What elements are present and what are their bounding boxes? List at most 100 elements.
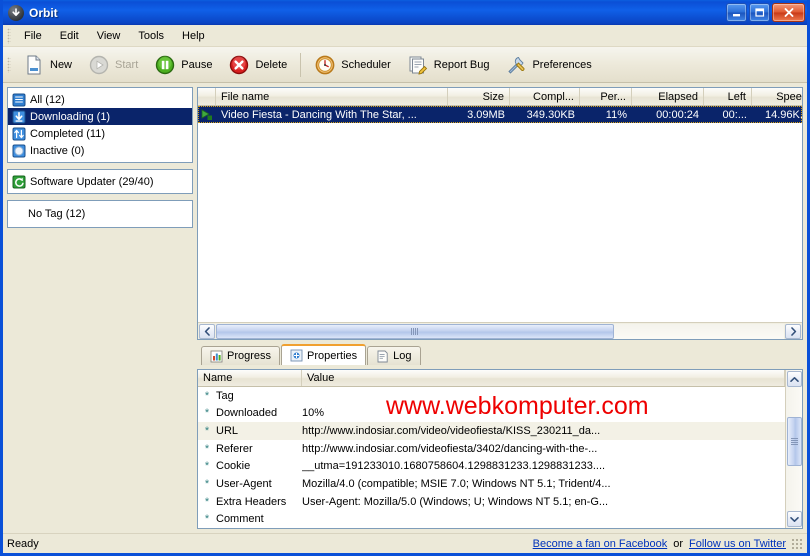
column-header-value[interactable]: Value	[302, 370, 785, 386]
tab-properties-label: Properties	[307, 349, 358, 362]
property-name: Comment	[216, 513, 264, 526]
refresh-icon	[12, 175, 26, 189]
cell-left: 00:...	[722, 108, 747, 121]
sidebar-item-all-label: All (12)	[30, 93, 65, 106]
new-document-icon	[23, 54, 45, 76]
play-icon	[88, 54, 110, 76]
column-header-name[interactable]: Name	[198, 370, 302, 386]
download-list-hscrollbar[interactable]	[198, 322, 802, 339]
scheduler-button-label: Scheduler	[341, 58, 391, 71]
column-header-elapsed[interactable]: Elapsed	[632, 88, 704, 105]
scroll-up-icon[interactable]	[786, 371, 802, 387]
toolbar-drag-grip[interactable]	[7, 56, 11, 73]
sidebar-item-completed[interactable]: Completed (11)	[8, 125, 192, 142]
list-item[interactable]: * Referer http://www.indosiar.com/videof…	[198, 440, 785, 458]
asterisk-icon: *	[204, 425, 210, 438]
list-item[interactable]: * Downloaded 10%	[198, 405, 785, 423]
column-header-speed[interactable]: Speed	[752, 88, 802, 105]
sidebar-item-software-updater-label: Software Updater (29/40)	[30, 175, 154, 188]
tab-log-label: Log	[393, 350, 412, 362]
column-header-left[interactable]: Left	[704, 88, 752, 105]
maximize-button[interactable]	[749, 3, 770, 22]
delete-button-label: Delete	[255, 58, 288, 71]
download-list-header: File name Size Compl... Per... Elapsed L…	[198, 88, 802, 106]
status-bar: Ready Become a fan on Facebook or Follow…	[3, 533, 807, 553]
minimize-button[interactable]	[726, 3, 747, 22]
property-value: 10%	[302, 407, 325, 420]
report-bug-button-label: Report Bug	[433, 58, 490, 71]
menu-item-help[interactable]: Help	[173, 27, 214, 45]
vscroll-grip	[790, 438, 798, 446]
property-name: Tag	[216, 389, 234, 402]
updater-panel: Software Updater (29/40)	[7, 169, 193, 194]
status-social-links: Become a fan on Facebook or Follow us on…	[533, 538, 786, 550]
cell-percent: 11%	[605, 108, 627, 121]
start-button[interactable]: Start	[80, 50, 146, 80]
preferences-button[interactable]: Preferences	[497, 50, 599, 80]
list-item[interactable]: * Tag	[198, 387, 785, 405]
sidebar-item-downloading-label: Downloading (1)	[30, 110, 111, 123]
window-controls	[726, 3, 805, 22]
asterisk-icon: *	[204, 442, 210, 455]
vscroll-thumb[interactable]	[786, 417, 802, 467]
asterisk-icon: *	[204, 460, 210, 473]
hscroll-thumb[interactable]	[216, 323, 614, 339]
list-item[interactable]: * Extra Headers User-Agent: Mozilla/5.0 …	[198, 493, 785, 511]
scroll-left-icon[interactable]	[199, 323, 215, 339]
sidebar-item-inactive[interactable]: Inactive (0)	[8, 142, 192, 159]
sidebar-item-downloading[interactable]: Downloading (1)	[8, 108, 192, 125]
pause-button[interactable]: Pause	[146, 50, 220, 80]
sidebar-item-all[interactable]: All (12)	[8, 91, 192, 108]
menu-item-view[interactable]: View	[88, 27, 130, 45]
vscroll-track[interactable]	[786, 388, 802, 510]
sidebar-item-software-updater[interactable]: Software Updater (29/40)	[8, 173, 192, 190]
menu-item-edit[interactable]: Edit	[51, 27, 88, 45]
hscroll-track[interactable]	[216, 323, 784, 339]
delete-button[interactable]: Delete	[220, 50, 295, 80]
scheduler-button[interactable]: Scheduler	[306, 50, 399, 80]
menu-item-tools[interactable]: Tools	[129, 27, 173, 45]
tab-log[interactable]: Log	[367, 346, 421, 365]
cell-speed: 14.96K...	[764, 108, 802, 121]
scroll-right-icon[interactable]	[785, 323, 801, 339]
menu-drag-grip[interactable]	[7, 27, 11, 44]
facebook-link[interactable]: Become a fan on Facebook	[533, 538, 668, 550]
toolbar: New Start Pause Delete Scheduler Report …	[3, 47, 807, 83]
resize-grip[interactable]	[791, 537, 803, 550]
close-button[interactable]	[772, 3, 805, 22]
new-button[interactable]: New	[15, 50, 80, 80]
report-bug-icon	[407, 54, 429, 76]
report-bug-button[interactable]: Report Bug	[399, 50, 498, 80]
twitter-link[interactable]: Follow us on Twitter	[689, 538, 786, 550]
cell-size: 3.09MB	[467, 108, 505, 121]
table-row[interactable]: Video Fiesta - Dancing With The Star, ..…	[198, 106, 802, 123]
asterisk-icon: *	[204, 477, 210, 490]
sidebar-item-no-tag[interactable]: No Tag (12)	[8, 204, 192, 224]
property-value: __utma=191233010.1680758604.1298831233.1…	[302, 460, 606, 473]
links-separator: or	[673, 537, 683, 550]
cell-completed: 349.30KB	[526, 108, 575, 121]
column-header-icon[interactable]	[198, 88, 216, 105]
cell-elapsed: 00:00:24	[656, 108, 699, 121]
column-header-file-name[interactable]: File name	[216, 88, 448, 105]
download-active-icon	[198, 108, 216, 121]
column-header-percent[interactable]: Per...	[580, 88, 632, 105]
tab-progress[interactable]: Progress	[201, 346, 281, 365]
list-item[interactable]: * URL http://www.indosiar.com/video/vide…	[198, 422, 785, 440]
sidebar-item-completed-label: Completed (11)	[30, 127, 105, 140]
clock-icon	[314, 54, 336, 76]
list-item[interactable]: * Cookie __utma=191233010.1680758604.129…	[198, 458, 785, 476]
scroll-down-icon[interactable]	[786, 511, 802, 527]
tab-properties[interactable]: Properties	[281, 344, 367, 365]
cell-file-name: Video Fiesta - Dancing With The Star, ..…	[221, 108, 417, 121]
tags-panel: No Tag (12)	[7, 200, 193, 228]
properties-vscrollbar[interactable]	[785, 370, 802, 528]
app-window: Orbit File Edit View Tools Help New Star…	[0, 0, 810, 556]
column-header-completed[interactable]: Compl...	[510, 88, 580, 105]
asterisk-icon: *	[204, 389, 210, 402]
column-header-size[interactable]: Size	[448, 88, 510, 105]
list-item[interactable]: * Comment	[198, 510, 785, 528]
list-item[interactable]: * User-Agent Mozilla/4.0 (compatible; MS…	[198, 475, 785, 493]
sidebar: All (12) Downloading (1) Completed (11)	[7, 87, 193, 529]
menu-item-file[interactable]: File	[15, 27, 51, 45]
